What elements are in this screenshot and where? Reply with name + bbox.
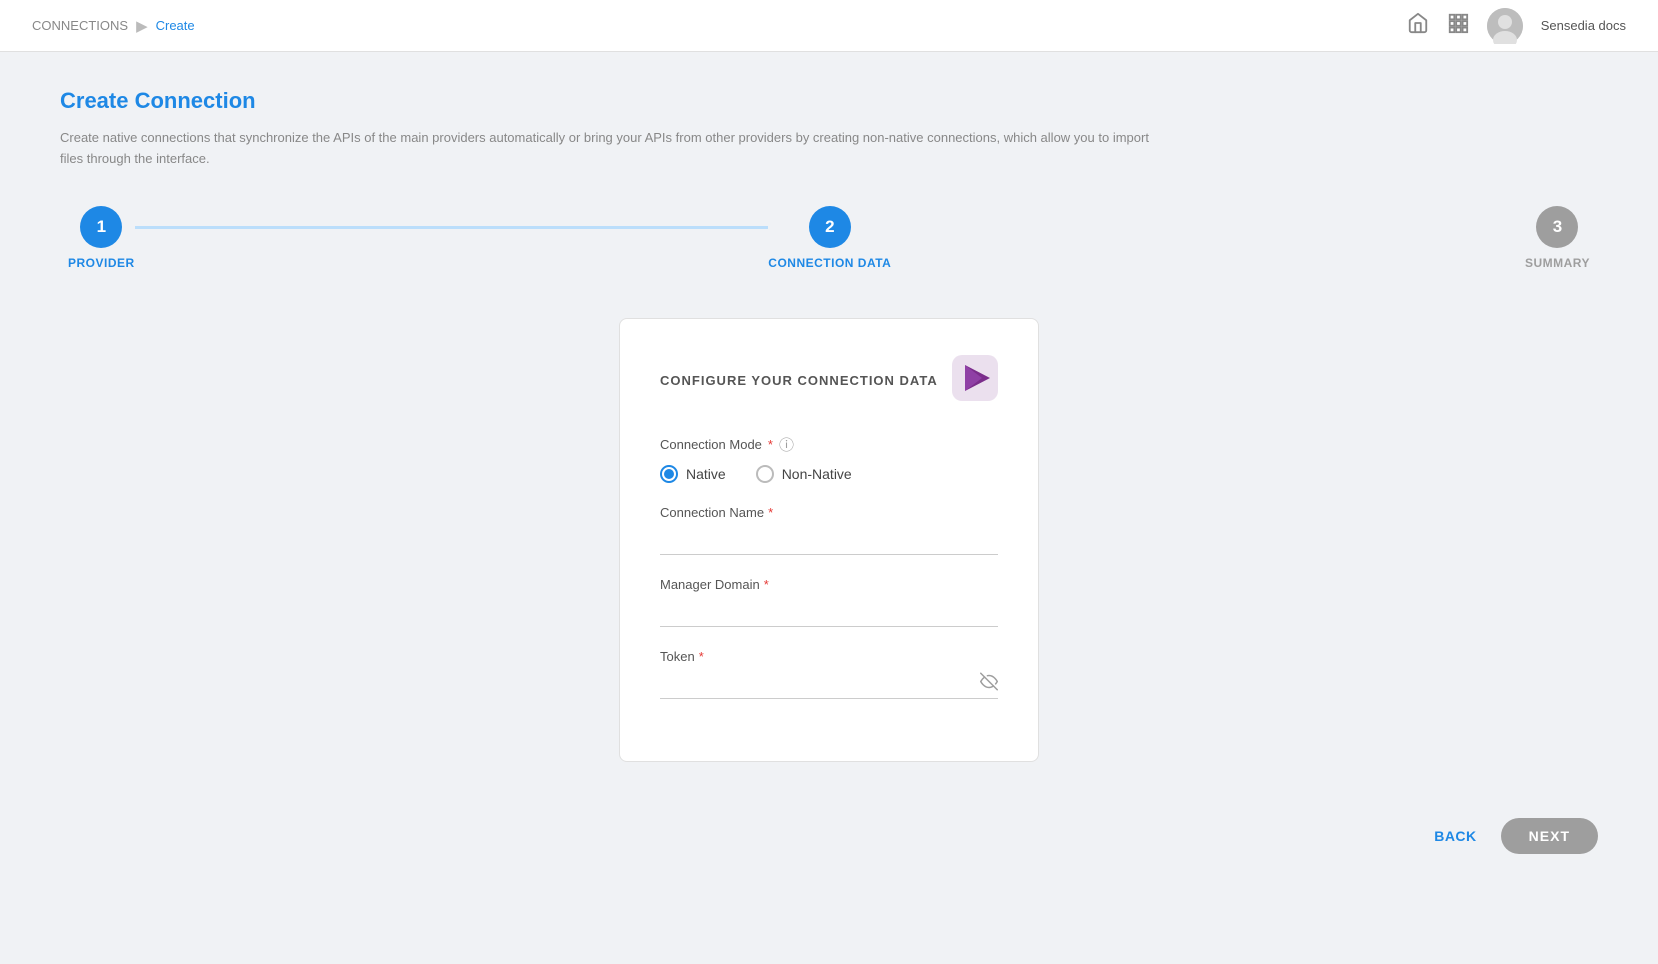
grid-icon[interactable] [1447, 12, 1469, 40]
top-navigation: CONNECTIONS ▶ Create Sensedia docs [0, 0, 1658, 52]
breadcrumb: CONNECTIONS ▶ Create [32, 17, 195, 35]
topnav-right: Sensedia docs [1407, 8, 1626, 44]
step-1-circle: 1 [80, 206, 122, 248]
step-1: 1 PROVIDER [68, 206, 135, 270]
token-wrap [660, 670, 998, 699]
manager-domain-wrap [660, 598, 998, 627]
token-input[interactable] [660, 670, 998, 699]
non-native-label: Non-Native [782, 466, 852, 482]
native-radio-input[interactable] [660, 465, 678, 483]
connection-name-label: Connection Name * [660, 505, 998, 520]
home-icon[interactable] [1407, 12, 1429, 40]
token-group: Token * [660, 649, 998, 699]
connection-name-required: * [768, 505, 773, 520]
native-label: Native [686, 466, 726, 482]
step-3-label: SUMMARY [1525, 256, 1590, 270]
token-label: Token * [660, 649, 998, 664]
connection-mode-group: Connection Mode * ⓘ Native Non-Native [660, 434, 998, 483]
step-2: 2 CONNECTION DATA [768, 206, 891, 270]
manager-domain-group: Manager Domain * [660, 577, 998, 627]
avatar[interactable] [1487, 8, 1523, 44]
step-1-label: PROVIDER [68, 256, 135, 270]
step-3-circle: 3 [1536, 206, 1578, 248]
non-native-radio[interactable]: Non-Native [756, 465, 852, 483]
connection-name-input[interactable] [660, 526, 998, 555]
breadcrumb-root[interactable]: CONNECTIONS [32, 18, 128, 33]
connection-mode-label: Connection Mode * ⓘ [660, 434, 998, 455]
manager-domain-input[interactable] [660, 598, 998, 627]
step-2-label: CONNECTION DATA [768, 256, 891, 270]
step-spacer [891, 226, 1525, 229]
stepper: 1 PROVIDER 2 CONNECTION DATA 3 SUMMARY [60, 206, 1598, 270]
main-content: Create Connection Create native connecti… [0, 52, 1658, 798]
radio-group: Native Non-Native [660, 465, 998, 483]
form-card: CONFIGURE YOUR CONNECTION DATA Connectio… [619, 318, 1039, 762]
bottom-bar: BACK NEXT [0, 798, 1658, 874]
native-radio[interactable]: Native [660, 465, 726, 483]
page-description: Create native connections that synchroni… [60, 128, 1160, 170]
step-2-circle: 2 [809, 206, 851, 248]
breadcrumb-current: Create [156, 18, 195, 33]
user-label: Sensedia docs [1541, 18, 1626, 33]
required-indicator: * [768, 437, 773, 452]
info-icon[interactable]: ⓘ [779, 434, 794, 455]
manager-domain-required: * [764, 577, 769, 592]
eye-off-icon[interactable] [980, 673, 998, 696]
next-button[interactable]: NEXT [1501, 818, 1598, 854]
step-line-1 [135, 226, 769, 229]
back-button[interactable]: BACK [1434, 828, 1476, 844]
connection-name-group: Connection Name * [660, 505, 998, 555]
step-3: 3 SUMMARY [1525, 206, 1590, 270]
breadcrumb-separator: ▶ [136, 17, 148, 35]
connection-name-wrap [660, 526, 998, 555]
form-section-title: CONFIGURE YOUR CONNECTION DATA [660, 373, 938, 388]
manager-domain-label: Manager Domain * [660, 577, 998, 592]
provider-logo [952, 355, 998, 406]
non-native-radio-input[interactable] [756, 465, 774, 483]
page-title: Create Connection [60, 88, 1598, 114]
token-required: * [699, 649, 704, 664]
form-card-header: CONFIGURE YOUR CONNECTION DATA [660, 355, 998, 406]
